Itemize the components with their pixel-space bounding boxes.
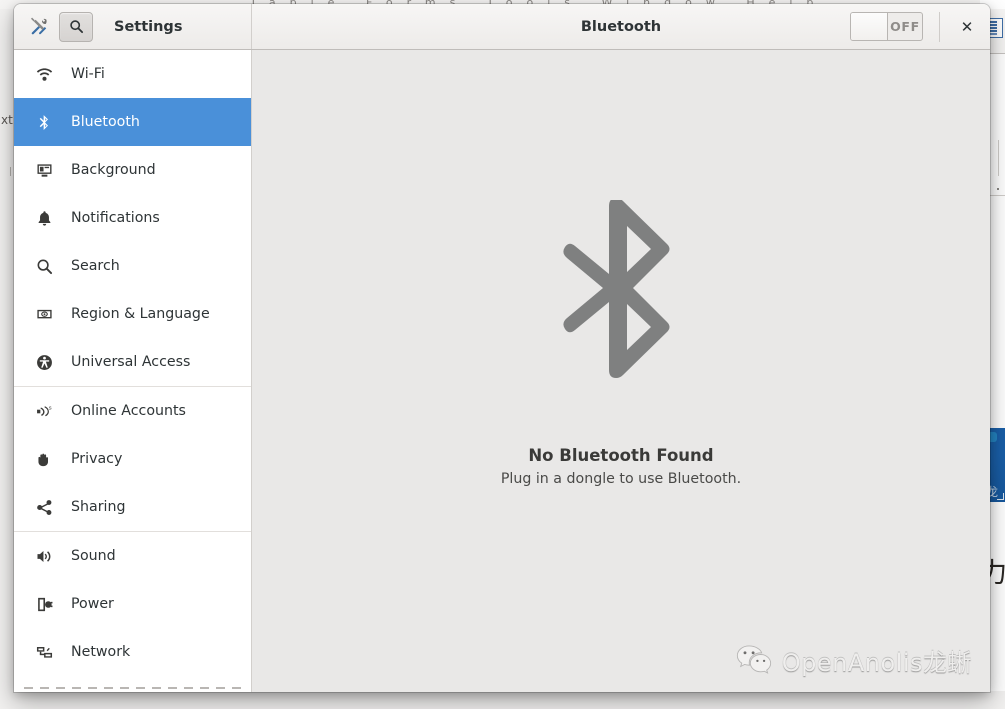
titlebar-separator: [939, 11, 940, 42]
power-icon: [36, 596, 53, 613]
bluetooth-large-icon: [557, 197, 685, 404]
background-blue-corner: [997, 493, 1004, 500]
sidebar-item-search[interactable]: Search: [14, 242, 251, 290]
titlebar-right-section: Bluetooth OFF ✕: [252, 4, 990, 49]
accessibility-icon: [36, 354, 53, 371]
bluetooth-power-toggle[interactable]: OFF: [850, 12, 923, 41]
share-icon: [36, 499, 53, 516]
watermark-text: OpenAnolis龙蜥: [781, 649, 972, 677]
sidebar-item-label: Search: [71, 258, 120, 274]
wifi-icon: [36, 66, 53, 83]
sidebar-item-label: Universal Access: [71, 354, 191, 370]
titlebar-left-section: Settings: [14, 4, 252, 49]
sidebar-item-label: Power: [71, 596, 114, 612]
search-icon: [36, 258, 53, 275]
window-body: Wi-Fi Bluetooth Background Notifications…: [14, 50, 990, 692]
background-icon: [36, 162, 53, 179]
empty-state-title: No Bluetooth Found: [528, 445, 714, 465]
sidebar-item-label: Network: [71, 644, 131, 660]
empty-state-subtitle: Plug in a dongle to use Bluetooth.: [500, 470, 742, 487]
sidebar-item-universal-access[interactable]: Universal Access: [14, 338, 251, 386]
titlebar-controls: OFF ✕: [850, 11, 980, 42]
sidebar-item-label: Privacy: [71, 451, 123, 467]
settings-window-title: Settings: [114, 18, 183, 35]
sidebar-item-online-accounts[interactable]: s Online Accounts: [14, 387, 251, 435]
sidebar-item-background[interactable]: Background: [14, 146, 251, 194]
flag-icon: [36, 306, 53, 323]
bell-icon: [36, 210, 53, 227]
sidebar-item-label: Sound: [71, 548, 116, 564]
toggle-state-label: OFF: [890, 19, 920, 34]
bluetooth-icon: [36, 114, 53, 131]
close-button[interactable]: ✕: [954, 14, 980, 40]
wechat-icon: [736, 644, 772, 678]
sidebar-item-bluetooth[interactable]: Bluetooth: [14, 98, 251, 146]
window-titlebar: Settings Bluetooth OFF ✕: [14, 4, 990, 50]
background-right-rule: [998, 140, 999, 176]
search-icon: [69, 20, 83, 34]
sidebar-item-label: Sharing: [71, 499, 126, 515]
sidebar-item-label: Wi-Fi: [71, 66, 105, 82]
bluetooth-panel-content: No Bluetooth Found Plug in a dongle to u…: [252, 50, 990, 692]
sidebar-item-sharing[interactable]: Sharing: [14, 483, 251, 531]
settings-sidebar: Wi-Fi Bluetooth Background Notifications…: [14, 50, 252, 692]
settings-window: Settings Bluetooth OFF ✕ Wi-Fi Bluetooth…: [14, 4, 990, 692]
sidebar-item-notifications[interactable]: Notifications: [14, 194, 251, 242]
sidebar-item-label: Region & Language: [71, 306, 210, 322]
sidebar-item-label: Bluetooth: [71, 114, 140, 130]
sidebar-item-privacy[interactable]: Privacy: [14, 435, 251, 483]
sidebar-item-region-language[interactable]: Region & Language: [14, 290, 251, 338]
sidebar-item-label: Online Accounts: [71, 403, 186, 419]
background-left-text: xt: [1, 113, 13, 127]
watermark: OpenAnolis龙蜥: [736, 643, 972, 678]
toggle-knob: [851, 13, 888, 40]
sidebar-item-power[interactable]: Power: [14, 580, 251, 628]
sidebar-scroll-indicator[interactable]: [24, 687, 241, 689]
speaker-icon: [36, 548, 53, 565]
search-button[interactable]: [59, 11, 93, 42]
network-icon: [36, 644, 53, 661]
online-accounts-icon: s: [36, 403, 53, 420]
hand-icon: [36, 451, 53, 468]
sidebar-item-sound[interactable]: Sound: [14, 532, 251, 580]
svg-text:s: s: [49, 405, 52, 411]
background-right-dot: [997, 188, 999, 190]
sidebar-item-label: Background: [71, 162, 156, 178]
sidebar-item-wifi[interactable]: Wi-Fi: [14, 50, 251, 98]
background-bottom-band: [0, 691, 1005, 709]
sidebar-item-label: Notifications: [71, 210, 160, 226]
sidebar-item-network[interactable]: Network: [14, 628, 251, 676]
tools-icon: [26, 15, 50, 39]
